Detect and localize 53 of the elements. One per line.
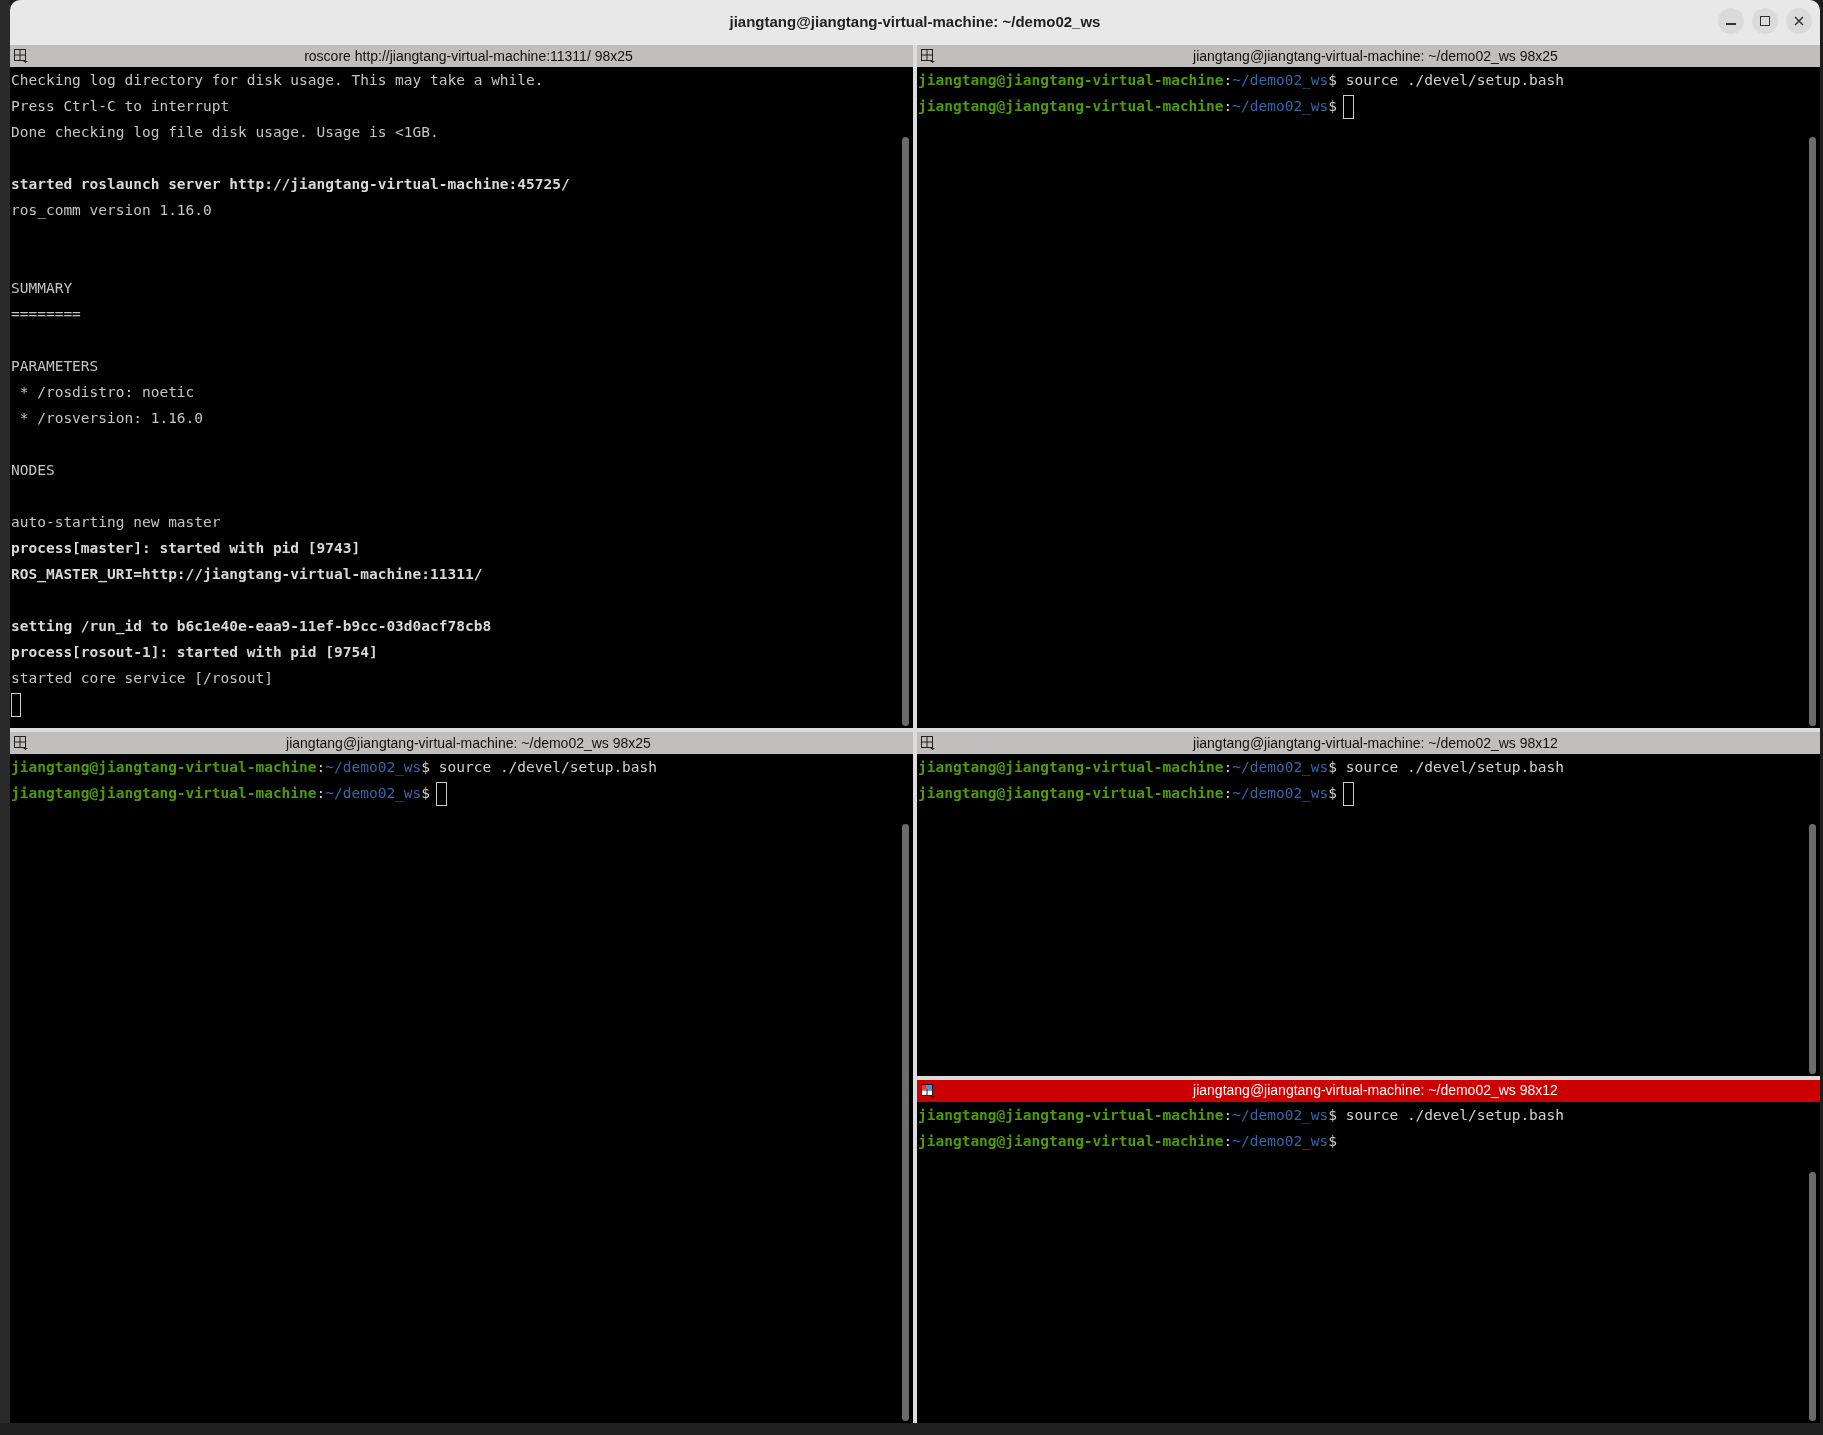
close-icon (1794, 16, 1804, 26)
scrollbar[interactable] (902, 137, 909, 726)
terminal-output-line: setting /run_id to b6c1e40e-eaa9-11ef-b9cc-03d0acf78cb8 (11, 617, 492, 637)
scrollbar[interactable] (902, 824, 909, 1421)
terminal-output-line: started roslaunch server http://jiangtang-virtual-machine:45725/ (11, 175, 570, 195)
terminal-pane[interactable]: jiangtang@jiangtang-virtual-machine: ~/demo02_ws 98x25 jiangtang@jiangtang-virtual-machine:~/demo02_ws$ source ./devel/setup.bash jiangtang@jiangtang-virtual-machine:~/demo02_ws$ (10, 732, 913, 1423)
minimize-icon (1726, 23, 1736, 25)
terminal-output-line: process[rosout-1]: started with pid [9754] (11, 643, 378, 663)
prompt-line: jiangtang@jiangtang-virtual-machine:~/demo02_ws$ (11, 782, 448, 806)
terminal-output-line: ros_comm version 1.16.0 (11, 201, 212, 221)
layout-grid-icon[interactable] (14, 49, 28, 63)
terminal-pane[interactable]: jiangtang@jiangtang-virtual-machine: ~/demo02_ws 98x25 jiangtang@jiangtang-virtual-machine:~/demo02_ws$ source ./devel/setup.bash jiangtang@jiangtang-virtual-machine:~/demo02_ws$ (917, 45, 1820, 728)
terminal-output-line: NODES (11, 461, 55, 481)
terminal-output-line: Press Ctrl-C to interrupt (11, 97, 230, 117)
minimize-button[interactable] (1718, 8, 1744, 34)
scrollbar[interactable] (1809, 1171, 1816, 1421)
prompt-line: jiangtang@jiangtang-virtual-machine:~/demo02_ws$ source ./devel/setup.bash (11, 758, 658, 778)
prompt-line: jiangtang@jiangtang-virtual-machine:~/demo02_ws$ (918, 1131, 1338, 1152)
pane-title: jiangtang@jiangtang-virtual-machine: ~/demo02_ws 98x25 (1193, 46, 1558, 66)
terminal-output-line: * /rosdistro: noetic (18, 383, 195, 403)
terminal-output-line: PARAMETERS (11, 357, 99, 377)
terminal-output-line: * /rosversion: 1.16.0 (18, 409, 204, 429)
maximize-button[interactable] (1752, 8, 1778, 34)
terminal-pane[interactable]: jiangtang@jiangtang-virtual-machine: ~/demo02_ws 98x12 jiangtang@jiangtang-virtual-machine:~/demo02_ws$ source ./devel/setup.bash jiangtang@jiangtang-virtual-machine:~/demo02_ws$ (917, 1079, 1820, 1423)
window-title: jiangtang@jiangtang-virtual-machine: ~/demo02_ws (729, 12, 1101, 33)
layout-grid-icon[interactable] (921, 736, 935, 750)
pane-title: jiangtang@jiangtang-virtual-machine: ~/demo02_ws 98x12 (1193, 1081, 1558, 1100)
scrollbar[interactable] (1809, 824, 1816, 1074)
layout-grid-icon[interactable] (14, 736, 28, 750)
terminal-output-line: Checking log directory for disk usage. This may take a while. (11, 71, 544, 91)
prompt-line: jiangtang@jiangtang-virtual-machine:~/demo02_ws$ source ./devel/setup.bash (918, 71, 1565, 91)
terminal-output-line: ROS_MASTER_URI=http://jiangtang-virtual-machine:11311/ (11, 565, 483, 585)
terminal-pane[interactable]: jiangtang@jiangtang-virtual-machine: ~/demo02_ws 98x12 jiangtang@jiangtang-virtual-machine:~/demo02_ws$ source ./devel/setup.bash jiangtang@jiangtang-virtual-machine:~/demo02_ws$ (917, 732, 1820, 1076)
layout-grid-icon[interactable] (921, 49, 935, 63)
prompt-line: jiangtang@jiangtang-virtual-machine:~/demo02_ws$ source ./devel/setup.bash (918, 758, 1565, 778)
pane-title: roscore http://jiangtang-virtual-machine:11311/ 98x25 (304, 46, 633, 66)
maximize-icon (1760, 16, 1770, 26)
prompt-line: jiangtang@jiangtang-virtual-machine:~/demo02_ws$ (918, 95, 1355, 119)
cursor (11, 693, 21, 717)
pane-title: jiangtang@jiangtang-virtual-machine: ~/demo02_ws 98x25 (286, 733, 651, 753)
terminal-pane[interactable] (10, 45, 913, 728)
terminal-output-line: started core service [/rosout] (11, 669, 273, 689)
pane-title: jiangtang@jiangtang-virtual-machine: ~/demo02_ws 98x12 (1193, 733, 1558, 753)
terminal-output-line: auto-starting new master (11, 513, 221, 533)
close-button[interactable] (1786, 8, 1812, 34)
terminal-output-line: ======== (11, 305, 81, 325)
terminal-output-line: SUMMARY (11, 279, 73, 299)
prompt-line: jiangtang@jiangtang-virtual-machine:~/demo02_ws$ (918, 782, 1355, 806)
layout-grid-icon[interactable] (921, 1083, 935, 1098)
scrollbar[interactable] (1809, 137, 1816, 726)
terminal-output-line: Done checking log file disk usage. Usage is <1GB. (11, 123, 439, 143)
terminal-output-line: process[master]: started with pid [9743] (11, 539, 361, 559)
prompt-line: jiangtang@jiangtang-virtual-machine:~/demo02_ws$ source ./devel/setup.bash (918, 1105, 1565, 1126)
